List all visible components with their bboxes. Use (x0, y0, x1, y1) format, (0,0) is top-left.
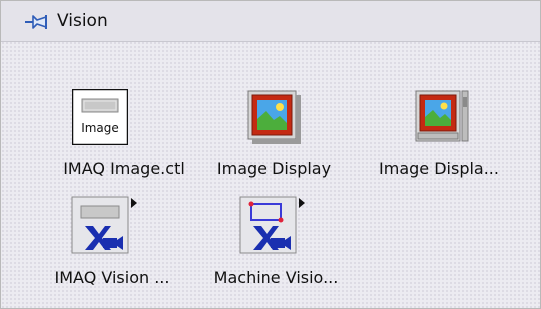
submenu-arrow-icon (131, 198, 137, 208)
palette-item-image-display-classic[interactable]: Image Displa... (364, 89, 514, 178)
imaq-image-control-icon: Image (71, 88, 129, 146)
palette-item-imaq-vision-controls[interactable]: IMAQ Vision ... (37, 196, 187, 287)
image-icon-caption: Image (81, 121, 119, 135)
palette-item-label: Image Display (216, 159, 332, 178)
vision-palette-window: Vision Image IMAQ Image.ctl Image Displa… (0, 0, 541, 309)
palette-title: Vision (57, 11, 108, 31)
palette-item-label: IMAQ Vision ... (54, 268, 170, 287)
palette-item-image-display[interactable]: Image Display (199, 89, 349, 178)
palette-item-label: Machine Visio... (213, 268, 339, 287)
palette-item-label: IMAQ Image.ctl (63, 159, 185, 178)
image-display-icon (246, 89, 302, 145)
palette-titlebar: Vision (1, 1, 540, 42)
submenu-arrow-icon (299, 198, 305, 208)
palette-item-label: Image Displa... (379, 159, 499, 178)
image-display-classic-icon (414, 89, 470, 145)
pin-icon[interactable] (25, 13, 51, 31)
imaq-vision-controls-icon (71, 196, 137, 254)
machine-vision-icon (239, 196, 305, 254)
palette-item-imaq-image-ctl[interactable]: Image IMAQ Image.ctl (49, 88, 199, 178)
palette-item-machine-vision[interactable]: Machine Visio... (201, 196, 351, 287)
